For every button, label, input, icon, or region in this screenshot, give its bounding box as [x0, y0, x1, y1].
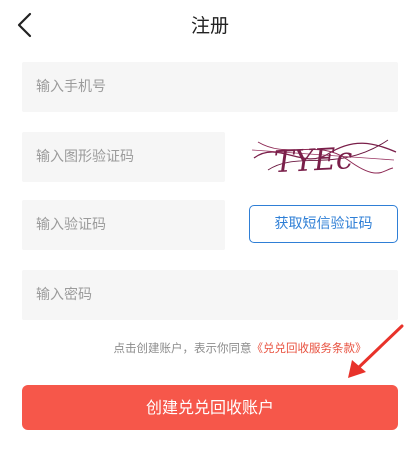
password-input[interactable]: [22, 270, 398, 320]
agreement-prefix: 点击创建账户，表示你同意: [113, 341, 252, 355]
sms-code-input[interactable]: [22, 200, 225, 250]
phone-field[interactable]: [22, 62, 398, 112]
page-title: 注册: [190, 15, 229, 37]
red-arrow-icon: [348, 324, 404, 378]
password-field[interactable]: [22, 270, 398, 320]
sms-code-field[interactable]: [22, 200, 225, 250]
image-code-field[interactable]: [22, 132, 225, 182]
nav-bar: 注册: [0, 0, 420, 50]
create-account-button[interactable]: 创建兑兑回收账户: [22, 385, 398, 430]
phone-input[interactable]: [22, 62, 398, 112]
image-code-input[interactable]: [22, 132, 225, 182]
captcha-text: TYEc: [273, 141, 353, 180]
captcha-image[interactable]: TYEc: [248, 130, 398, 182]
get-sms-code-button[interactable]: 获取短信验证码: [249, 205, 398, 243]
